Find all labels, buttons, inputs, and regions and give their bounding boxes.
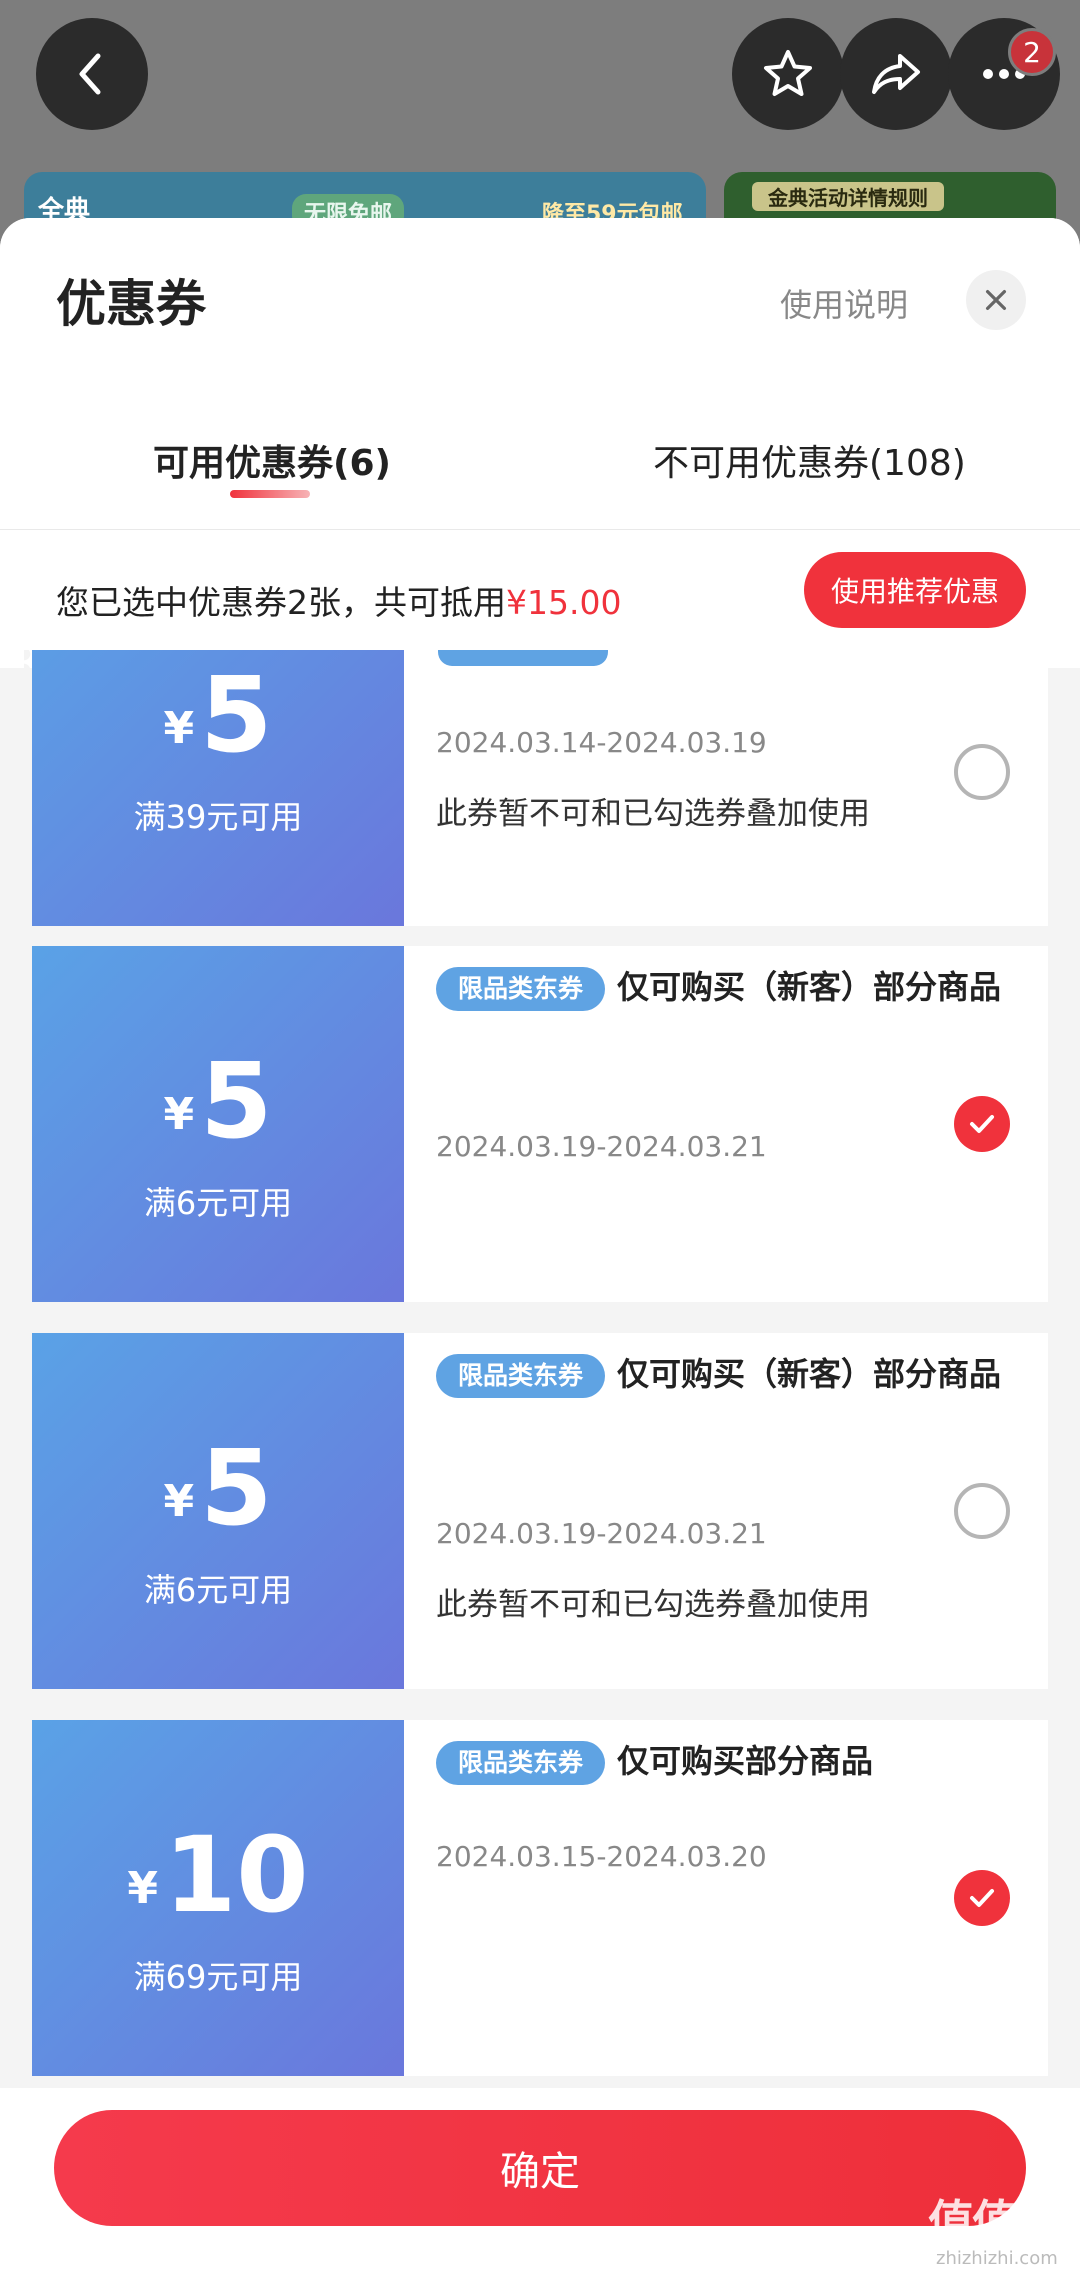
coupon-amount: ¥5 <box>32 1427 404 1549</box>
coupon-validity-date: 2024.03.19-2024.03.21 <box>436 1130 767 1163</box>
coupon-title: 限品类东券 仅可购买部分商品 <box>436 1730 1016 1792</box>
coupon-title: 限品类东券 仅可购买（新客）部分商品 <box>436 956 1016 1018</box>
coupon-value-panel: ¥5 满6元可用 <box>24 1333 404 1689</box>
watermark-url: zhizhizhi.com <box>936 2248 1058 2269</box>
coupon-condition: 满69元可用 <box>133 1958 303 1996</box>
watermark-logo: 值值值 <box>928 2195 1062 2249</box>
coupon-amount: ¥10 <box>32 1814 404 1936</box>
coupon-amount-value: 5 <box>200 1427 273 1549</box>
coupon-amount-value: 5 <box>200 1040 273 1162</box>
coupon-card[interactable]: ¥5 满6元可用 限品类东券 仅可购买（新客）部分商品 2024.03.19-20… <box>24 1333 1048 1689</box>
coupon-title-text: 仅可购买（新客）部分商品 <box>617 968 1002 1006</box>
checkmark-icon <box>970 1115 994 1133</box>
share-icon <box>872 54 920 94</box>
coupon-amount-value: 5 <box>200 654 273 776</box>
chevron-left-icon <box>79 53 101 95</box>
selection-summary-text: 您已选中优惠券2张，共可抵用¥15.00 <box>56 576 621 624</box>
coupon-value-panel: ¥5 满39元可用 <box>24 650 404 926</box>
use-recommended-button[interactable]: 使用推荐优惠 <box>804 552 1026 628</box>
coupon-card[interactable]: ¥5 满39元可用 2024.03.14-2024.03.19 此券暂不可和已勾… <box>24 650 1048 926</box>
tab-unavailable-coupons[interactable]: 不可用优惠券(108) <box>653 434 966 486</box>
coupon-tag-partial <box>438 650 608 666</box>
favorite-button[interactable] <box>732 18 844 130</box>
coupon-validity-date: 2024.03.15-2024.03.20 <box>436 1840 767 1873</box>
coupon-amount: ¥5 <box>32 654 404 776</box>
coupon-card[interactable]: ¥10 满69元可用 限品类东券 仅可购买部分商品 2024.03.15-2024… <box>24 1720 1048 2076</box>
coupon-category-tag: 限品类东券 <box>436 967 606 1011</box>
coupon-title-text: 仅可购买部分商品 <box>617 1742 874 1780</box>
coupon-select-radio[interactable] <box>954 1870 1010 1926</box>
coupon-stacking-note: 此券暂不可和已勾选券叠加使用 <box>436 1587 870 1623</box>
usage-instructions-link[interactable]: 使用说明 <box>780 280 908 326</box>
coupon-card[interactable]: ¥5 满6元可用 限品类东券 仅可购买（新客）部分商品 2024.03.19-20… <box>24 946 1048 1302</box>
currency-symbol: ¥ <box>163 703 195 754</box>
tab-available-coupons[interactable]: 可用优惠券(6) <box>153 434 391 486</box>
sheet-title: 优惠券 <box>56 275 206 333</box>
coupon-list: ¥5 满39元可用 2024.03.14-2024.03.19 此券暂不可和已勾… <box>0 650 1080 2088</box>
coupon-category-tag: 限品类东券 <box>436 1741 606 1785</box>
coupon-select-radio[interactable] <box>954 1483 1010 1539</box>
share-button[interactable] <box>840 18 952 130</box>
coupon-select-radio[interactable] <box>954 1096 1010 1152</box>
coupon-validity-date: 2024.03.14-2024.03.19 <box>436 726 767 759</box>
close-button[interactable] <box>966 270 1026 330</box>
coupon-select-radio[interactable] <box>954 744 1010 800</box>
coupon-stacking-note: 此券暂不可和已勾选券叠加使用 <box>436 796 870 832</box>
coupon-amount: ¥5 <box>32 1040 404 1162</box>
confirm-button[interactable]: 确定 <box>54 2110 1026 2226</box>
notification-badge: 2 <box>1008 28 1056 76</box>
sheet-header: 优惠券 使用说明 可用优惠券(6) 不可用优惠券(108) <box>0 218 1080 530</box>
coupon-condition: 满39元可用 <box>133 798 303 836</box>
currency-symbol: ¥ <box>163 1089 195 1140</box>
coupon-category-tag: 限品类东券 <box>436 1354 606 1398</box>
coupon-condition: 满6元可用 <box>143 1571 293 1609</box>
close-icon <box>985 289 1007 311</box>
sheet-footer: 确定 <box>0 2088 1080 2275</box>
summary-prefix: 您已选中优惠券2张，共可抵用 <box>56 583 506 622</box>
currency-symbol: ¥ <box>163 1476 195 1527</box>
coupon-condition: 满6元可用 <box>143 1184 293 1222</box>
coupon-value-panel: ¥5 满6元可用 <box>24 946 404 1302</box>
currency-symbol: ¥ <box>127 1863 158 1914</box>
summary-amount: ¥15.00 <box>506 583 622 622</box>
active-tab-indicator <box>230 490 310 498</box>
selection-summary: 您已选中优惠券2张，共可抵用¥15.00 使用推荐优惠 <box>0 530 1080 668</box>
coupon-title: 限品类东券 仅可购买（新客）部分商品 <box>436 1343 1016 1405</box>
back-button[interactable] <box>36 18 148 130</box>
coupon-validity-date: 2024.03.19-2024.03.21 <box>436 1517 767 1550</box>
coupon-value-panel: ¥10 满69元可用 <box>24 1720 404 2076</box>
coupon-amount-value: 10 <box>163 1814 309 1936</box>
coupon-sheet: 优惠券 使用说明 可用优惠券(6) 不可用优惠券(108) 您已选中优惠券2张，… <box>0 218 1080 2275</box>
star-icon <box>764 50 812 96</box>
banner-rules-text: 金典活动详情规则 <box>752 182 944 211</box>
coupon-title-text: 仅可购买（新客）部分商品 <box>617 1355 1002 1393</box>
checkmark-icon <box>970 1889 994 1907</box>
